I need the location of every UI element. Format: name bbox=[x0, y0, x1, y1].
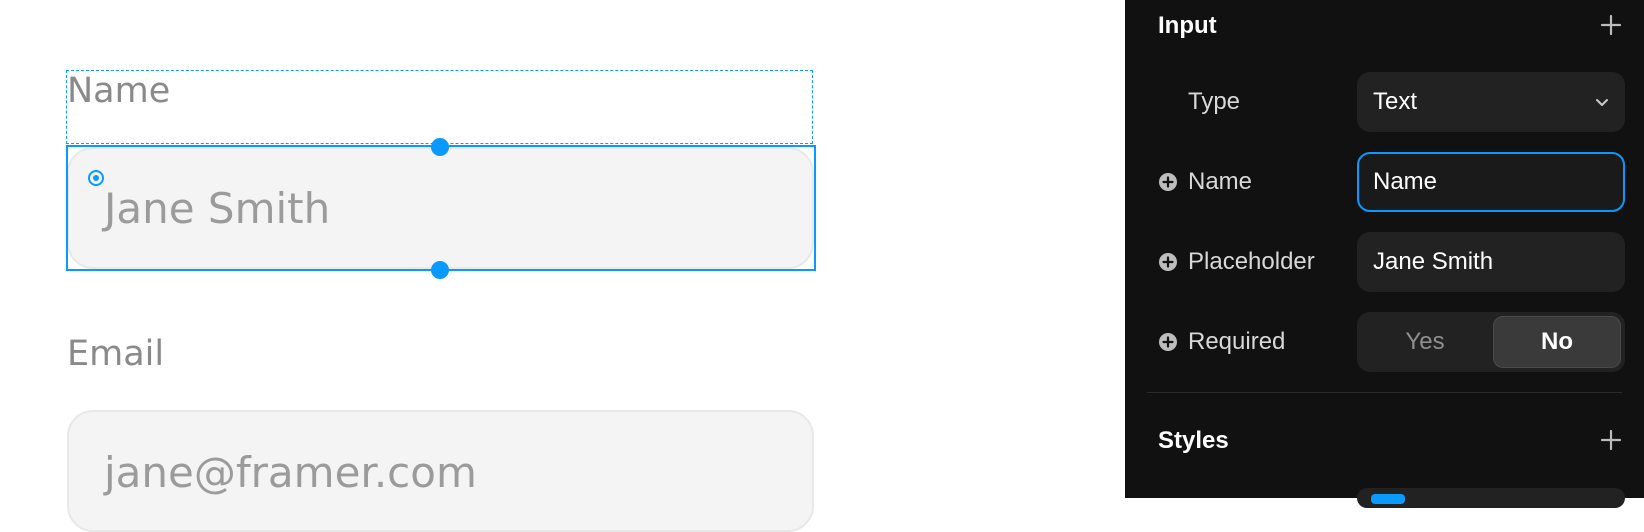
name-input-value: Name bbox=[1373, 168, 1438, 195]
placeholder-input[interactable]: Jane Smith bbox=[1357, 232, 1625, 292]
top-resize-handle[interactable] bbox=[431, 138, 449, 156]
required-no-option[interactable]: No bbox=[1493, 316, 1621, 368]
name-row-label: Name bbox=[1188, 168, 1253, 195]
type-select[interactable]: Text bbox=[1357, 72, 1625, 132]
style-control-peek[interactable] bbox=[1357, 488, 1625, 508]
type-select-value: Text bbox=[1373, 88, 1418, 115]
add-variable-icon[interactable] bbox=[1158, 332, 1178, 352]
name-input[interactable]: Name bbox=[1357, 152, 1625, 212]
required-yes-option[interactable]: Yes bbox=[1361, 316, 1489, 368]
plus-icon[interactable] bbox=[1600, 429, 1622, 451]
bottom-resize-handle[interactable] bbox=[431, 261, 449, 279]
chevron-down-icon bbox=[1596, 99, 1608, 106]
placeholder-row-label: Placeholder bbox=[1188, 248, 1315, 275]
add-variable-icon[interactable] bbox=[1158, 172, 1178, 192]
design-canvas[interactable]: Name Jane Smith Email jane@framer.com bbox=[0, 0, 1125, 532]
name-label-selection-outline bbox=[66, 70, 813, 144]
name-input-selection-outline bbox=[66, 145, 816, 271]
placeholder-input-value: Jane Smith bbox=[1373, 248, 1494, 275]
styles-section-title: Styles bbox=[1158, 427, 1229, 454]
color-swatch bbox=[1371, 494, 1405, 504]
properties-panel: Input Type Text Name Name Placeholder Ja… bbox=[1125, 0, 1644, 508]
plus-icon[interactable] bbox=[1600, 14, 1622, 36]
add-variable-icon[interactable] bbox=[1158, 252, 1178, 272]
input-section-title: Input bbox=[1158, 12, 1217, 39]
name-label[interactable]: Name bbox=[67, 74, 170, 109]
required-row-label: Required bbox=[1188, 328, 1286, 355]
email-label[interactable]: Email bbox=[67, 337, 164, 372]
required-segmented-control: Yes No bbox=[1357, 312, 1625, 372]
email-input-placeholder: jane@framer.com bbox=[104, 448, 477, 497]
type-row-label: Type bbox=[1188, 88, 1241, 115]
section-divider bbox=[1147, 392, 1622, 393]
